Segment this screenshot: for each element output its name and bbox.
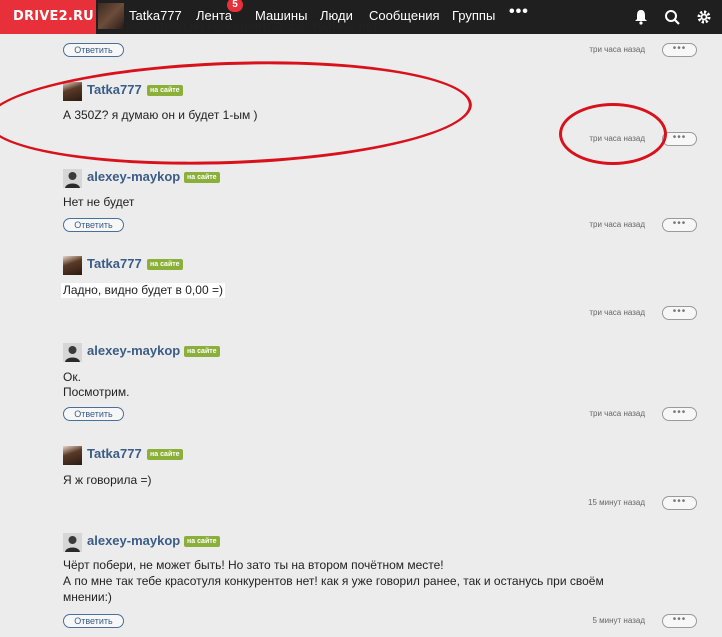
site-logo[interactable]: DRIVE2.RU: [0, 0, 96, 34]
comment-author[interactable]: alexey-maykop: [87, 533, 180, 548]
nav-more-button[interactable]: •••: [509, 3, 529, 21]
comment-author[interactable]: Tatka777: [87, 446, 142, 461]
comment-time: 15 минут назад: [588, 498, 645, 507]
comment-time: 5 минут назад: [592, 616, 645, 625]
online-badge: на сайте: [184, 346, 220, 357]
gear-icon[interactable]: [695, 8, 713, 26]
comment-time: три часа назад: [589, 409, 645, 418]
alexey-avatar[interactable]: [63, 169, 82, 188]
online-badge: на сайте: [184, 172, 220, 183]
comment-time: три часа назад: [589, 220, 645, 229]
feed-count-badge: 5: [227, 0, 243, 12]
comment-more-button[interactable]: •••: [662, 218, 697, 232]
alexey-avatar[interactable]: [63, 343, 82, 362]
comment-author[interactable]: alexey-maykop: [87, 169, 180, 184]
user-avatar[interactable]: [98, 3, 124, 29]
comment-time: три часа назад: [589, 308, 645, 317]
reply-button[interactable]: Ответить: [63, 43, 124, 57]
bell-icon[interactable]: [632, 8, 650, 26]
comment-more-button[interactable]: •••: [662, 306, 697, 320]
reply-button[interactable]: Ответить: [63, 407, 124, 421]
comment-author[interactable]: alexey-maykop: [87, 343, 180, 358]
annotation-ellipse: [0, 53, 474, 173]
comment-more-button[interactable]: •••: [662, 496, 697, 510]
comment-text: Ладно, видно будет в 0,00 =): [61, 283, 225, 298]
comment-text-line: Ок.: [63, 370, 81, 384]
reply-button[interactable]: Ответить: [63, 218, 124, 232]
comment-more-button[interactable]: •••: [662, 132, 697, 146]
nav-groups[interactable]: Группы: [452, 8, 495, 23]
comment-text: Я ж говорила =): [63, 473, 152, 487]
comment-more-button[interactable]: •••: [662, 43, 697, 57]
online-badge: на сайте: [184, 536, 220, 547]
comment-text-line: А по мне так тебе красотуля конкурентов …: [63, 574, 604, 588]
comment-author[interactable]: Tatka777: [87, 256, 142, 271]
comment-text-line: мнении:): [63, 590, 112, 604]
comment-more-button[interactable]: •••: [662, 407, 697, 421]
person-icon: [63, 533, 82, 552]
comment-text-line: Посмотрим.: [63, 385, 130, 399]
tatka-avatar[interactable]: [63, 446, 82, 465]
comment-text-line: Чёрт побери, не может быть! Но зато ты н…: [63, 558, 444, 572]
reply-button[interactable]: Ответить: [63, 614, 124, 628]
comment-time: три часа назад: [589, 45, 645, 54]
online-badge: на сайте: [147, 259, 183, 270]
previous-comment-text: посмотрел на конкурентов. Достойных нет.: [122, 18, 381, 33]
comment-text: Нет не будет: [63, 195, 135, 209]
person-icon: [63, 343, 82, 362]
annotation-ellipse: [559, 103, 667, 165]
person-icon: [63, 169, 82, 188]
tatka-avatar[interactable]: [63, 256, 82, 275]
online-badge: на сайте: [147, 449, 183, 460]
alexey-avatar[interactable]: [63, 533, 82, 552]
search-icon[interactable]: [663, 8, 681, 26]
comment-more-button[interactable]: •••: [662, 614, 697, 628]
